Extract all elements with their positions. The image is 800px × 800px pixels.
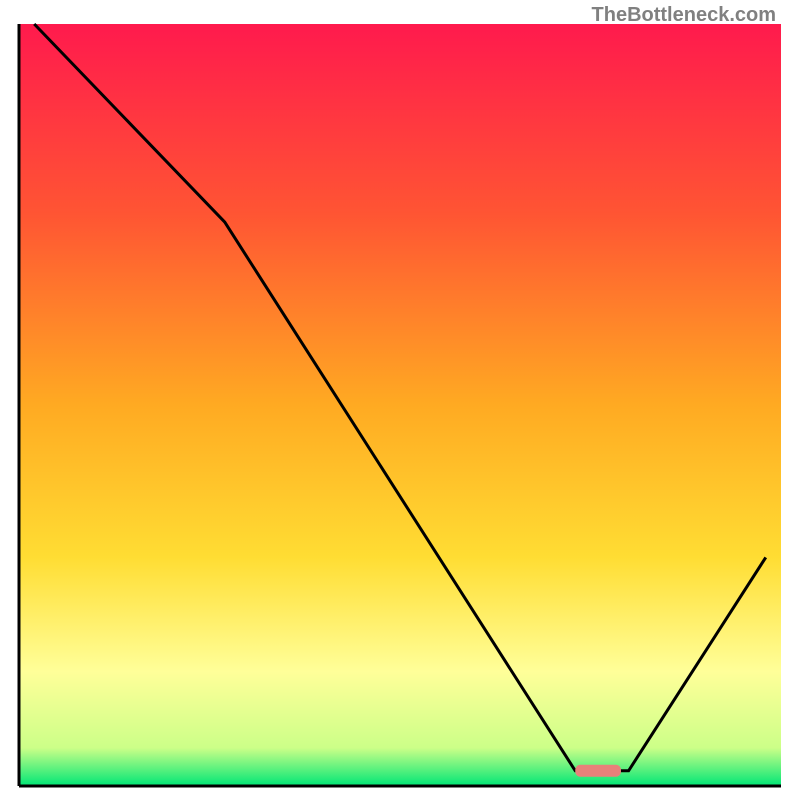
bottleneck-chart — [0, 0, 800, 800]
watermark-text: TheBottleneck.com — [592, 4, 776, 27]
optimal-marker — [575, 765, 621, 777]
plot-area — [19, 24, 781, 786]
